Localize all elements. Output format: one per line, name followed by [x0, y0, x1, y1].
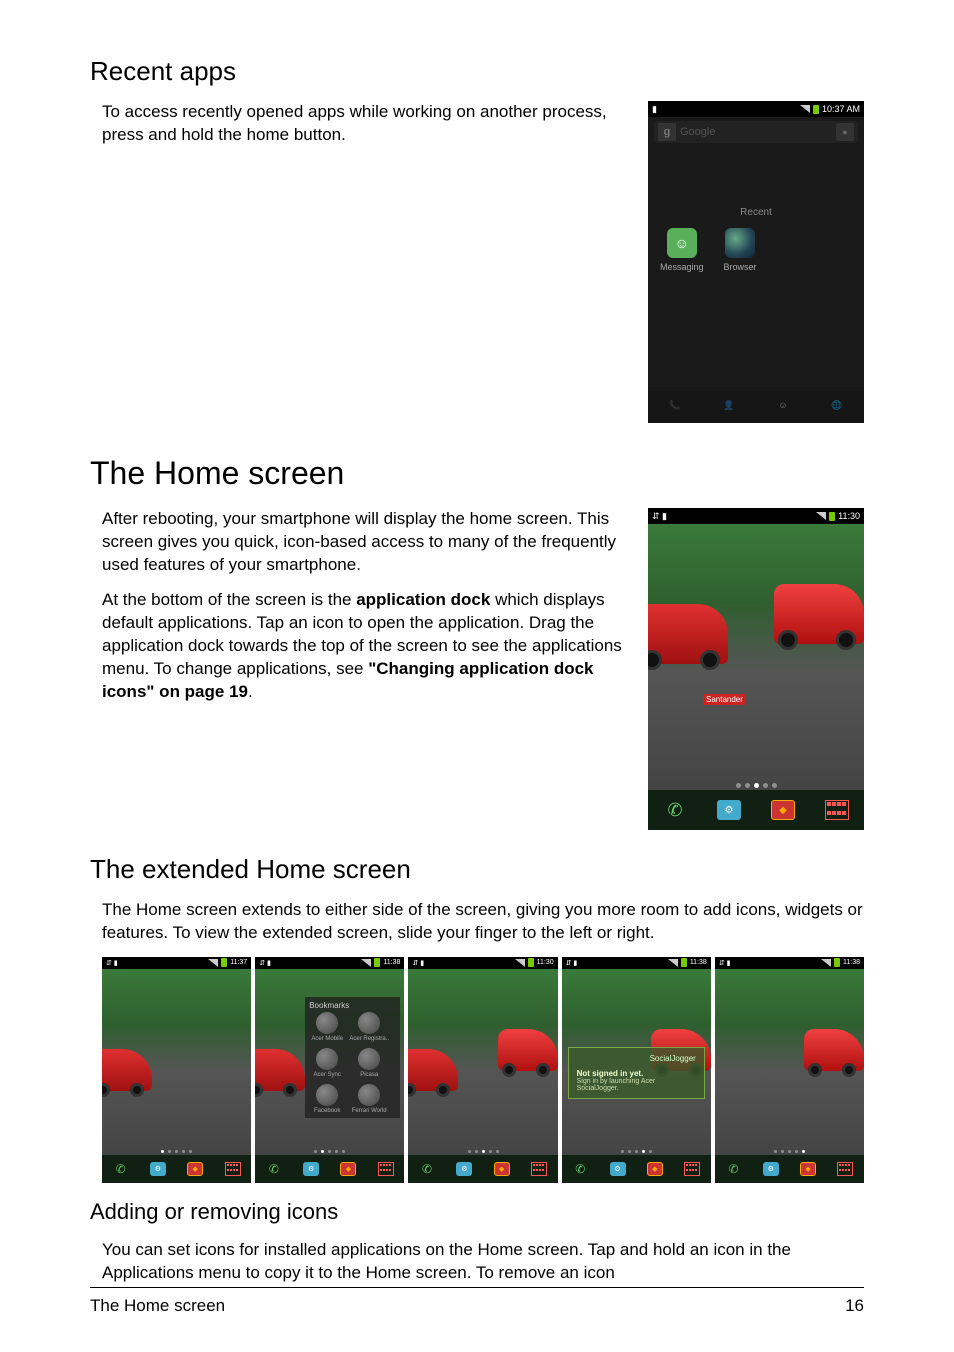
wallpaper: Santander: [648, 524, 864, 790]
search-placeholder: Google: [680, 126, 832, 138]
home-panel-2: ⇵ ▮11:38 Bookmarks Acer Mobile Acer Regi…: [255, 957, 404, 1183]
screenshot-home: ⇵ ▮ 11:30 Santander ✆ ⚙ ◆: [648, 508, 864, 830]
google-search-bar[interactable]: g Google ●: [654, 121, 858, 143]
socialjogger-widget[interactable]: SocialJogger Not signed in yet. Sign in …: [568, 1047, 705, 1099]
recent-app-messaging[interactable]: ☺ Messaging: [660, 228, 704, 272]
bookmarks-widget[interactable]: Bookmarks Acer Mobile Acer Registra.. Ac…: [305, 997, 400, 1118]
home-panel-3: ⇵ ▮11:30 ✆⚙◆: [408, 957, 557, 1183]
page-footer: The Home screen 16: [90, 1287, 864, 1316]
voice-search-icon[interactable]: ●: [836, 123, 854, 141]
home-panel-4: ⇵ ▮11:38 SocialJogger Not signed in yet.…: [562, 957, 711, 1183]
status-time: 10:37 AM: [822, 104, 860, 114]
application-dock[interactable]: ✆ ⚙ ◆: [648, 790, 864, 830]
browser-icon: [725, 228, 755, 258]
recent-item-label: Messaging: [660, 262, 704, 272]
heading-adding-removing: Adding or removing icons: [90, 1199, 864, 1225]
home-panel-5: ⇵ ▮11:38 ✆⚙◆: [715, 957, 864, 1183]
extended-home-thumbnails: ⇵ ▮11:37 ✆⚙◆ ⇵ ▮11:38 Bookmarks Acer Mob…: [102, 957, 864, 1183]
footer-section-title: The Home screen: [90, 1296, 225, 1316]
status-left-icons: ⇵ ▮: [652, 511, 667, 522]
recent-app-browser[interactable]: Browser: [724, 228, 757, 272]
paragraph-adding-removing: You can set icons for installed applicat…: [102, 1239, 864, 1285]
heading-extended-home: The extended Home screen: [90, 854, 864, 885]
f1-car-right: [774, 584, 864, 644]
footer-page-number: 16: [845, 1296, 864, 1316]
dock-contacts-icon: 👤: [702, 387, 756, 423]
recent-item-label: Browser: [724, 262, 757, 272]
battery-icon: [829, 512, 835, 521]
page-indicator: [648, 783, 864, 788]
battery-icon: [813, 105, 819, 114]
dock-ferrari-icon[interactable]: ◆: [771, 800, 795, 820]
signal-icon: [816, 512, 826, 520]
usb-icon: ▮: [652, 104, 657, 115]
screenshot-recent-apps: ▮ 10:37 AM g Google ● Recent ☺ Messaging…: [648, 101, 864, 423]
recent-label: Recent: [648, 207, 864, 218]
dock-phone-icon: 📞: [648, 387, 702, 423]
dock-phone-icon[interactable]: ✆: [648, 790, 702, 830]
sponsor-badge: Santander: [703, 694, 746, 705]
dock-messaging-icon: ☺: [756, 387, 810, 423]
google-g-icon: g: [658, 123, 676, 141]
heading-recent-apps: Recent apps: [90, 56, 864, 87]
dock-browser-icon: 🌐: [810, 387, 864, 423]
home-panel-1: ⇵ ▮11:37 ✆⚙◆: [102, 957, 251, 1183]
messaging-icon: ☺: [667, 228, 697, 258]
status-time: 11:30: [838, 511, 860, 521]
status-bar: ▮ 10:37 AM: [648, 101, 864, 117]
dock-app-icon[interactable]: ⚙: [717, 800, 741, 820]
heading-home-screen: The Home screen: [90, 455, 864, 492]
dock-dimmed: 📞 👤 ☺ 🌐: [648, 387, 864, 423]
signal-icon: [800, 105, 810, 113]
status-bar: ⇵ ▮ 11:30: [648, 508, 864, 524]
dock-apps-icon[interactable]: [825, 800, 849, 820]
paragraph-extended-body: The Home screen extends to either side o…: [102, 899, 864, 945]
f1-car-left: [648, 604, 728, 664]
